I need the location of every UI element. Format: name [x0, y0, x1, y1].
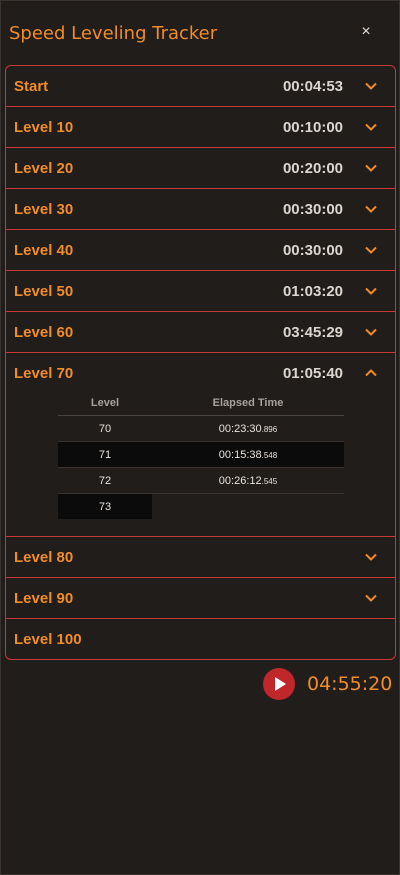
row-time: 00:10:00 [282, 119, 343, 136]
table-row: 72 00:26:12.545 [58, 468, 344, 494]
split-time-main: 00:26:12 [218, 475, 262, 487]
row-label: Level 70 [14, 365, 74, 382]
level-row-80[interactable]: Level 80 [6, 537, 395, 578]
chevron-down-icon[interactable] [365, 592, 377, 604]
split-table: Level Elapsed Time 70 00:23:30.896 71 00… [58, 393, 344, 519]
play-icon [275, 677, 286, 691]
play-button[interactable] [263, 668, 295, 700]
row-time: 00:30:00 [282, 201, 343, 218]
tracker-window: Speed Leveling Tracker × Start 00:04:53 … [0, 0, 400, 875]
row-label: Start [14, 78, 49, 95]
chevron-up-icon[interactable] [365, 367, 377, 379]
level-row-10[interactable]: Level 10 00:10:00 [6, 107, 395, 148]
chevron-down-icon[interactable] [365, 121, 377, 133]
row-time: 00:30:00 [282, 242, 343, 259]
chevron-down-icon[interactable] [365, 80, 377, 92]
level-row-start[interactable]: Start 00:04:53 [6, 66, 395, 107]
row-label: Level 30 [14, 201, 74, 218]
level-row-60[interactable]: Level 60 03:45:29 [6, 312, 395, 353]
split-time-ms: .896 [261, 425, 278, 434]
row-label: Level 10 [14, 119, 74, 136]
total-time: 04:55:20 [307, 673, 393, 695]
footer-bar: 04:55:20 [1, 665, 399, 705]
level-row-40[interactable]: Level 40 00:30:00 [6, 230, 395, 271]
chevron-down-icon[interactable] [365, 203, 377, 215]
level-row-30[interactable]: Level 30 00:30:00 [6, 189, 395, 230]
row-time: 00:04:53 [282, 78, 343, 95]
row-label: Level 60 [14, 324, 74, 341]
chevron-down-icon[interactable] [365, 244, 377, 256]
split-time: 00:26:12.545 [152, 475, 344, 487]
split-time-main: 00:23:30 [218, 423, 262, 435]
row-label: Level 50 [14, 283, 74, 300]
split-level: 70 [98, 423, 112, 435]
split-time-ms: .545 [261, 477, 278, 486]
row-label: Level 90 [14, 590, 74, 607]
table-row: 70 00:23:30.896 [58, 416, 344, 442]
row-time: 00:20:00 [282, 160, 343, 177]
chevron-down-icon[interactable] [365, 326, 377, 338]
level-row-90[interactable]: Level 90 [6, 578, 395, 619]
chevron-down-icon[interactable] [365, 551, 377, 563]
column-header-level: Level [90, 397, 120, 409]
window-title: Speed Leveling Tracker [9, 23, 218, 44]
level-row-20[interactable]: Level 20 00:20:00 [6, 148, 395, 189]
row-label: Level 100 [14, 631, 82, 648]
level-70-details: Level Elapsed Time 70 00:23:30.896 71 00… [6, 393, 395, 537]
level-row-50[interactable]: Level 50 01:03:20 [6, 271, 395, 312]
split-time: 00:15:38.548 [152, 449, 344, 461]
row-time: 01:03:20 [282, 283, 343, 300]
row-label: Level 80 [14, 549, 74, 566]
level-list: Start 00:04:53 Level 10 00:10:00 Level 2… [5, 65, 396, 660]
chevron-down-icon[interactable] [365, 162, 377, 174]
level-row-100[interactable]: Level 100 [6, 619, 395, 659]
close-icon[interactable]: × [355, 21, 377, 43]
row-label: Level 20 [14, 160, 74, 177]
split-level: 71 [98, 449, 112, 461]
split-time-ms: .548 [261, 451, 278, 460]
split-time-main: 00:15:38 [218, 449, 262, 461]
table-row: 73 [58, 494, 344, 519]
split-time: 00:23:30.896 [152, 423, 344, 435]
chevron-down-icon[interactable] [365, 285, 377, 297]
column-header-elapsed: Elapsed Time [212, 397, 284, 409]
title-bar: Speed Leveling Tracker × [1, 1, 399, 63]
row-label: Level 40 [14, 242, 74, 259]
split-level: 73 [98, 501, 112, 513]
row-time: 03:45:29 [282, 324, 343, 341]
level-row-70[interactable]: Level 70 01:05:40 [6, 353, 395, 393]
row-time: 01:05:40 [282, 365, 343, 382]
split-level: 72 [98, 475, 112, 487]
table-row: 71 00:15:38.548 [58, 442, 344, 468]
split-table-header: Level Elapsed Time [58, 393, 344, 416]
